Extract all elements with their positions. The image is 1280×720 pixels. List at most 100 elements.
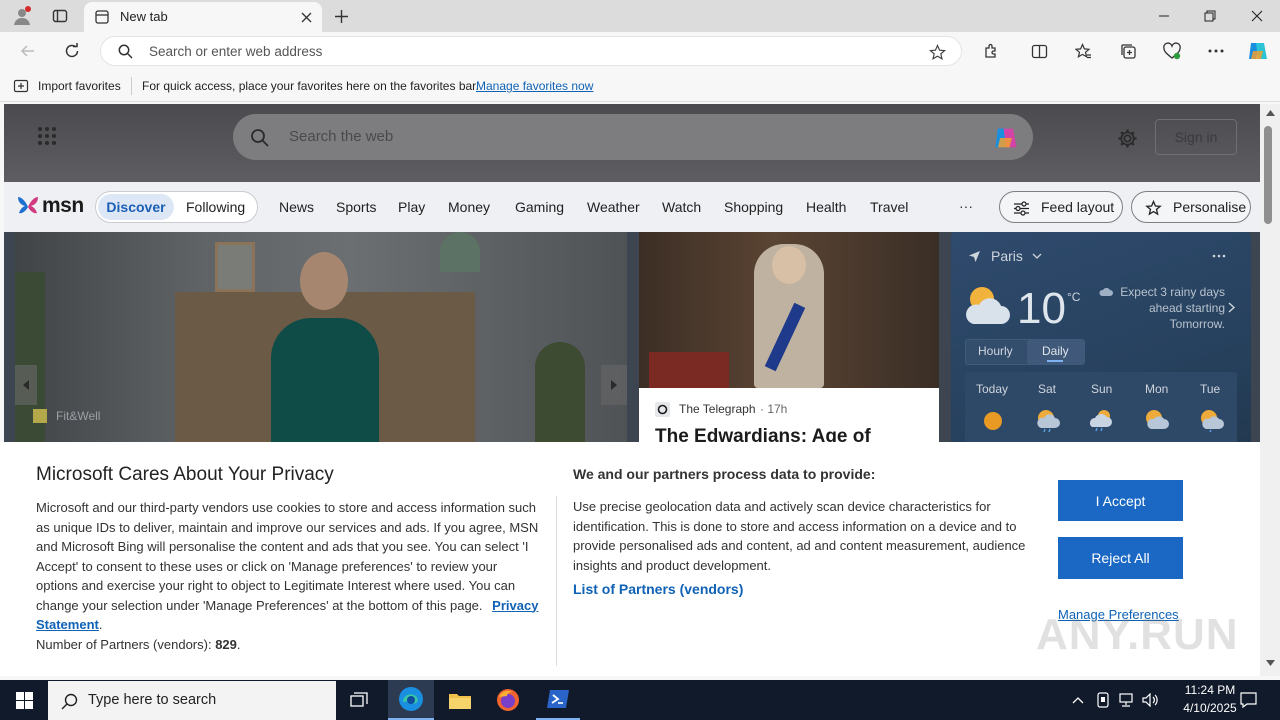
task-view-icon[interactable] [340, 680, 380, 720]
weather-more-icon[interactable] [1209, 250, 1229, 262]
browser-essentials-icon[interactable] [1162, 41, 1182, 61]
copilot-icon[interactable] [1245, 38, 1271, 64]
tab-new-tab[interactable]: New tab [84, 2, 322, 32]
msn-logo-text: msn [42, 194, 84, 217]
scrollbar-thumb[interactable] [1264, 126, 1272, 224]
close-window-button[interactable] [1243, 4, 1271, 28]
settings-gear-icon[interactable] [1115, 126, 1139, 150]
edge-taskbar-icon[interactable] [388, 680, 434, 720]
hero-source: Fit&Well [56, 409, 101, 423]
location-arrow-icon [967, 249, 981, 263]
news-card-image [639, 232, 939, 388]
windows-start-icon[interactable] [0, 680, 48, 720]
new-tab-button[interactable] [330, 5, 352, 27]
hero-next-button[interactable] [601, 365, 627, 405]
msn-copilot-icon[interactable] [991, 123, 1021, 153]
app-launcher-icon[interactable] [36, 125, 58, 147]
privacy-right-title: We and our partners process data to prov… [573, 466, 876, 482]
address-bar[interactable]: Search or enter web address [100, 36, 962, 66]
close-tab-icon[interactable] [298, 9, 314, 25]
profile-icon[interactable] [10, 4, 34, 28]
nav-watch[interactable]: Watch [662, 199, 701, 215]
tray-device-icon[interactable] [1093, 690, 1113, 710]
extensions-icon[interactable] [981, 41, 1001, 61]
msn-search-icon [249, 127, 269, 147]
nav-gaming[interactable]: Gaming [515, 199, 564, 215]
partly-cloudy-mon-icon [1143, 408, 1169, 432]
partly-cloudy-icon [963, 282, 1013, 328]
feed-layout-button[interactable]: Feed layout [999, 191, 1123, 223]
nav-weather[interactable]: Weather [587, 199, 640, 215]
msn-search-box[interactable]: Search the web [233, 114, 1033, 160]
firefox-icon[interactable] [486, 680, 530, 720]
weather-note-chevron-icon[interactable] [1226, 300, 1236, 314]
weather-location[interactable]: Paris [991, 248, 1023, 264]
restore-button[interactable] [1196, 4, 1224, 28]
cloudy-rain-icon [1088, 408, 1114, 432]
page-scrollbar[interactable] [1260, 104, 1280, 676]
taskbar-search-box[interactable]: Type here to search [48, 681, 336, 720]
hero-prev-button[interactable] [15, 365, 37, 405]
scroll-up-icon[interactable] [1264, 108, 1276, 118]
nav-money[interactable]: Money [448, 199, 490, 215]
sign-in-button[interactable]: Sign in [1155, 119, 1237, 155]
nav-shopping[interactable]: Shopping [724, 199, 783, 215]
partners-list-link[interactable]: List of Partners (vendors) [573, 581, 743, 597]
notifications-icon[interactable] [1236, 688, 1260, 712]
scroll-down-icon[interactable] [1264, 658, 1276, 668]
new-tab-page-icon [94, 9, 110, 25]
msn-search-placeholder: Search the web [289, 128, 394, 145]
nav-more-button[interactable]: ··· [959, 198, 973, 214]
weather-tab-daily-underline [1047, 360, 1063, 362]
tab-following[interactable]: Following [186, 199, 245, 215]
collections-icon[interactable] [1118, 41, 1138, 61]
nav-news[interactable]: News [279, 199, 314, 215]
import-favorites-icon [12, 77, 30, 95]
favorites-icon[interactable] [1073, 41, 1093, 61]
tab-discover[interactable]: Discover [98, 194, 174, 220]
network-icon[interactable] [1116, 690, 1136, 710]
hero-plant-right [535, 342, 585, 452]
import-favorites-button[interactable]: Import favorites [38, 79, 121, 93]
tray-chevron-up-icon[interactable] [1068, 690, 1088, 710]
search-icon [117, 43, 133, 59]
more-options-icon[interactable] [1206, 41, 1226, 61]
split-screen-icon[interactable] [1029, 41, 1049, 61]
personalise-button[interactable]: Personalise [1131, 191, 1251, 223]
reject-label: Reject All [1091, 550, 1150, 566]
nav-play[interactable]: Play [398, 199, 425, 215]
nav-health[interactable]: Health [806, 199, 846, 215]
weather-tab-hourly[interactable]: Hourly [978, 344, 1013, 358]
minimize-button[interactable] [1150, 4, 1178, 28]
favorite-star-icon[interactable] [927, 42, 947, 62]
powershell-icon[interactable] [536, 680, 580, 720]
hero-person-body [271, 318, 379, 452]
nav-travel[interactable]: Travel [870, 199, 908, 215]
feed-layout-label: Feed layout [1041, 199, 1115, 215]
tab-actions-icon[interactable] [50, 6, 70, 26]
news-card[interactable]: The Telegraph · 17h The Edwardians: Age … [639, 232, 939, 452]
accept-button[interactable]: I Accept [1058, 480, 1183, 521]
file-explorer-icon[interactable] [438, 680, 482, 720]
forecast-day-sun: Sun [1091, 382, 1113, 396]
tab-discover-label: Discover [106, 199, 166, 215]
refresh-icon[interactable] [62, 41, 82, 61]
feed-layout-icon [1012, 199, 1030, 217]
reject-all-button[interactable]: Reject All [1058, 537, 1183, 579]
location-chevron-down-icon[interactable] [1031, 251, 1043, 261]
partly-cloudy-rain-icon [1035, 408, 1061, 433]
weather-tab-daily[interactable]: Daily [1042, 344, 1069, 358]
back-icon[interactable] [18, 41, 38, 61]
hero-card[interactable]: Fit&Well [15, 232, 627, 452]
weather-unit[interactable]: °C [1067, 290, 1080, 304]
privacy-divider [556, 496, 557, 666]
hero-person [265, 252, 385, 452]
weather-card[interactable]: Paris 10 °C Expect 3 rainy days ahead st… [951, 232, 1251, 452]
volume-icon[interactable] [1140, 690, 1160, 710]
manage-favorites-link[interactable]: Manage favorites now [476, 79, 593, 93]
favorites-divider [131, 77, 132, 95]
msn-logo[interactable]: msn [16, 192, 84, 220]
nav-sports[interactable]: Sports [336, 199, 376, 215]
news-card-source: The Telegraph [679, 402, 756, 416]
weather-temp: 10 [1017, 284, 1066, 333]
